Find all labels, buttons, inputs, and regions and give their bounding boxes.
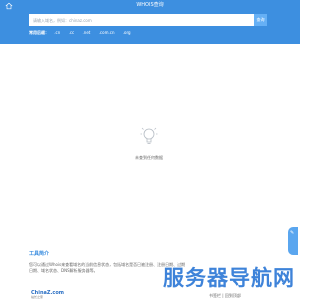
feedback-icon: ✎ <box>290 230 295 236</box>
quick-tld-links: 常用后缀： .cn .cc .net .com.cn .org <box>29 30 138 36</box>
tool-intro-title: 工具简介 <box>29 251 50 257</box>
feedback-button[interactable]: ✎ <box>288 227 298 255</box>
footer-links: 书签栏 | 回到顶部 <box>209 293 241 299</box>
search-button[interactable]: 查询 <box>254 14 267 26</box>
tld-link[interactable]: .org <box>123 30 131 35</box>
footer-link[interactable]: 书签栏 <box>209 293 221 298</box>
footer-link[interactable]: 回到顶部 <box>225 293 241 298</box>
footer-separator: | <box>222 293 224 298</box>
empty-state-text: 未查到任何数据 <box>135 155 163 160</box>
tld-link[interactable]: .cc <box>69 30 75 35</box>
tld-link[interactable]: .com.cn <box>99 30 115 35</box>
tld-link[interactable]: .net <box>83 30 91 35</box>
watermark: 服务器导航网 <box>163 266 295 290</box>
tld-link[interactable]: .cn <box>54 30 60 35</box>
result-panel: 未查到任何数据 <box>29 52 269 238</box>
page-title: WHOIS查询 <box>136 2 164 8</box>
header: WHOIS查询 查询 常用后缀： .cn .cc .net .com.cn .o… <box>0 0 300 44</box>
lightbulb-icon <box>140 127 158 144</box>
quick-label: 常用后缀： <box>29 30 49 35</box>
search-input[interactable] <box>29 14 254 26</box>
search-bar: 查询 <box>29 14 267 26</box>
footer-logo[interactable]: ChinaZ.com 站长之家 <box>31 290 64 299</box>
